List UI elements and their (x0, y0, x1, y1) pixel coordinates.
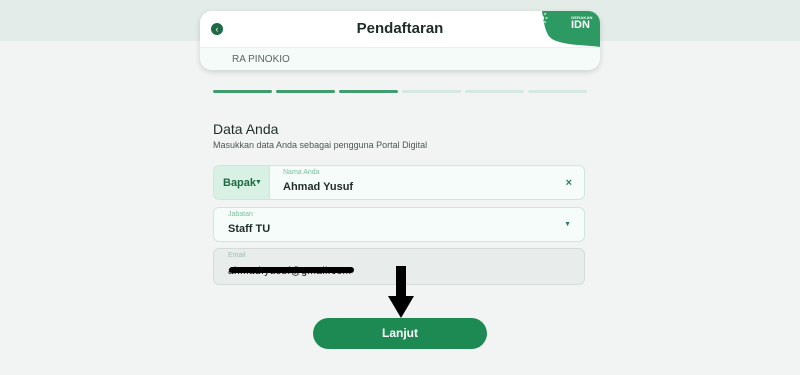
logo-text: IDN (571, 19, 590, 31)
job-value: Staff TU (228, 223, 271, 235)
job-field-label: Jabatan (228, 211, 253, 218)
header-card: ‹ Pendaftaran GERAKAN IDN RA PINOKIO (200, 11, 600, 70)
progress-step-4 (402, 90, 461, 93)
school-bar: RA PINOKIO (200, 47, 600, 70)
progress-step-5 (465, 90, 524, 93)
brand-logo: GERAKAN IDN (534, 11, 600, 47)
progress-step-2 (276, 90, 335, 93)
sun-icon (534, 11, 548, 25)
school-name: RA PINOKIO (232, 54, 290, 65)
progress-step-3 (339, 90, 398, 93)
clear-icon[interactable]: × (566, 177, 572, 189)
section-subtitle: Masukkan data Anda sebagai pengguna Port… (213, 140, 428, 150)
name-input[interactable]: Ahmad Yusuf (283, 181, 353, 193)
header-bar: ‹ Pendaftaran GERAKAN IDN (200, 11, 600, 47)
caret-down-icon: ▼ (564, 221, 571, 228)
down-arrow-annotation (388, 266, 414, 318)
salutation-select[interactable]: Bapak ▼ (214, 166, 270, 199)
caret-down-icon: ▼ (255, 179, 262, 186)
salutation-value: Bapak (223, 177, 257, 189)
name-field-group: Bapak ▼ Nama Anda Ahmad Yusuf × (213, 165, 585, 200)
step-progress (213, 90, 587, 93)
next-button[interactable]: Lanjut (313, 318, 487, 349)
progress-step-1 (213, 90, 272, 93)
redaction-mark (229, 267, 354, 273)
section-title: Data Anda (213, 121, 279, 137)
job-select[interactable]: Jabatan Staff TU ▼ (213, 207, 585, 242)
progress-step-6 (528, 90, 587, 93)
email-field-label: Email (228, 252, 246, 259)
name-field-label: Nama Anda (283, 169, 320, 176)
